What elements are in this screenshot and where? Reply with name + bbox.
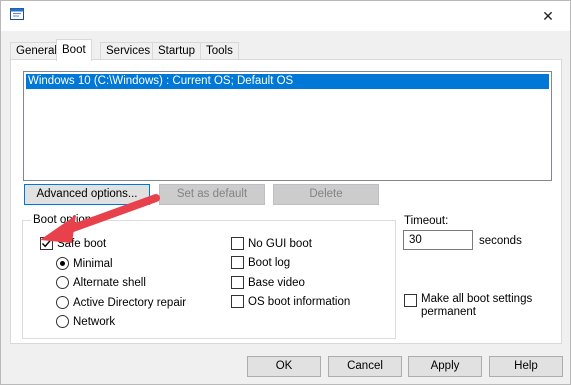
radio-alternate-shell-label: Alternate shell	[73, 276, 146, 289]
base-video-checkbox[interactable]: Base video	[231, 276, 305, 289]
tab-services[interactable]: Services	[100, 42, 157, 60]
cancel-button[interactable]: Cancel	[328, 356, 402, 377]
safe-boot-box	[40, 237, 53, 250]
timeout-unit: seconds	[479, 235, 522, 247]
base-video-box	[231, 276, 244, 289]
base-video-label: Base video	[248, 276, 305, 289]
tab-tools[interactable]: Tools	[200, 42, 239, 60]
radio-alternate-shell[interactable]: Alternate shell	[56, 276, 146, 289]
close-button[interactable]: ✕	[526, 1, 570, 31]
radio-ad-repair-label: Active Directory repair	[73, 296, 187, 309]
tab-general[interactable]: General	[10, 42, 63, 60]
help-button[interactable]: Help	[489, 356, 563, 377]
boot-tab-panel: Windows 10 (C:\Windows) : Current OS; De…	[10, 59, 562, 344]
no-gui-boot-box	[231, 237, 244, 250]
title-bar: ✕	[1, 1, 570, 31]
radio-network[interactable]: Network	[56, 315, 115, 328]
make-permanent-checkbox[interactable]: Make all boot settings permanent	[404, 293, 532, 319]
radio-ad-repair-circle	[56, 296, 69, 309]
boot-log-label: Boot log	[248, 256, 291, 269]
boot-log-box	[231, 256, 244, 269]
no-gui-boot-checkbox[interactable]: No GUI boot	[231, 237, 312, 250]
safe-boot-label: Safe boot	[57, 237, 107, 250]
make-permanent-box	[404, 294, 417, 307]
apply-button[interactable]: Apply	[408, 356, 482, 377]
radio-network-circle	[56, 315, 69, 328]
make-permanent-label-line2: permanent	[421, 306, 476, 318]
ok-button[interactable]: OK	[247, 356, 321, 377]
os-list-item[interactable]: Windows 10 (C:\Windows) : Current OS; De…	[26, 74, 549, 89]
radio-minimal[interactable]: Minimal	[56, 257, 113, 270]
set-as-default-button[interactable]: Set as default	[159, 184, 265, 205]
no-gui-boot-label: No GUI boot	[248, 237, 312, 250]
boot-options-label: Boot options	[31, 213, 99, 227]
timeout-input[interactable]: 30	[403, 230, 473, 250]
radio-minimal-circle	[56, 257, 69, 270]
system-configuration-window: ✕ General Boot Services Startup Tools Wi…	[0, 0, 571, 385]
safe-boot-checkbox[interactable]: Safe boot	[40, 237, 106, 250]
boot-log-checkbox[interactable]: Boot log	[231, 256, 290, 269]
make-permanent-label: Make all boot settings permanent	[421, 293, 532, 319]
tab-boot[interactable]: Boot	[56, 39, 92, 61]
tab-startup[interactable]: Startup	[152, 42, 202, 60]
radio-network-label: Network	[73, 315, 116, 328]
boot-options-group: Boot options Safe boot Minimal Alternate…	[22, 213, 396, 339]
advanced-options-button[interactable]: Advanced options...	[24, 184, 150, 205]
radio-selected-dot	[60, 261, 65, 266]
make-permanent-label-line1: Make all boot settings	[421, 293, 533, 305]
checkmark-icon	[41, 239, 52, 248]
msconfig-app-icon	[10, 8, 24, 22]
close-icon: ✕	[542, 7, 554, 24]
os-list[interactable]: Windows 10 (C:\Windows) : Current OS; De…	[23, 71, 552, 181]
delete-button[interactable]: Delete	[273, 184, 379, 205]
radio-alternate-shell-circle	[56, 276, 69, 289]
timeout-label: Timeout:	[404, 215, 449, 227]
radio-minimal-label: Minimal	[73, 257, 113, 270]
os-boot-information-checkbox[interactable]: OS boot information	[231, 295, 350, 308]
os-boot-info-box	[231, 295, 244, 308]
os-boot-info-label: OS boot information	[248, 295, 351, 308]
radio-active-directory-repair[interactable]: Active Directory repair	[56, 296, 186, 309]
